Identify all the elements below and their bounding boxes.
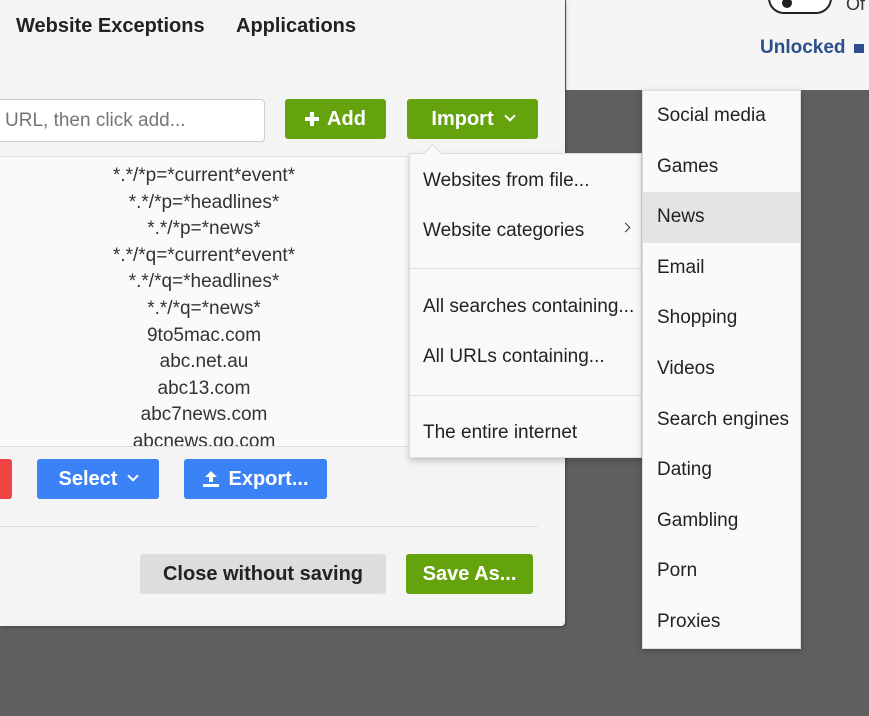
- list-item[interactable]: *.*/*q=*news*: [0, 296, 408, 323]
- list-item[interactable]: *.*/*p=*headlines*: [0, 190, 408, 217]
- remove-button[interactable]: [0, 459, 12, 499]
- list-item[interactable]: abcnews.go.com: [0, 429, 408, 446]
- chevron-down-icon: [127, 470, 140, 482]
- add-button[interactable]: Add: [285, 99, 386, 139]
- list-item[interactable]: abc.net.au: [0, 349, 408, 376]
- export-button[interactable]: Export...: [184, 459, 327, 499]
- divider: [0, 526, 538, 527]
- plus-icon: [305, 112, 320, 126]
- upload-icon: [203, 471, 220, 487]
- tab-applications[interactable]: Applications: [236, 15, 356, 38]
- save-as-button[interactable]: Save As...: [406, 554, 533, 594]
- category-search-engines[interactable]: Search engines: [643, 395, 800, 446]
- list-item[interactable]: abc13.com: [0, 376, 408, 403]
- categories-submenu: Social media Games News Email Shopping V…: [642, 90, 801, 649]
- category-gambling[interactable]: Gambling: [643, 496, 800, 547]
- list-item[interactable]: 9to5mac.com: [0, 323, 408, 350]
- category-social-media[interactable]: Social media: [643, 91, 800, 142]
- list-item[interactable]: *.*/*q=*current*event*: [0, 243, 408, 270]
- unlocked-status[interactable]: Unlocked: [760, 37, 864, 59]
- exceptions-list[interactable]: *.*/*p=*current*event* *.*/*p=*headlines…: [0, 156, 408, 447]
- menu-item-websites-from-file[interactable]: Websites from file...: [423, 170, 589, 192]
- url-input[interactable]: [0, 99, 265, 142]
- category-dating[interactable]: Dating: [643, 445, 800, 496]
- select-label: Select: [58, 467, 118, 490]
- add-label: Add: [327, 107, 366, 130]
- menu-separator: [410, 268, 641, 269]
- category-shopping[interactable]: Shopping: [643, 293, 800, 344]
- list-item[interactable]: *.*/*p=*news*: [0, 216, 408, 243]
- save-as-label: Save As...: [422, 562, 517, 585]
- menu-item-website-categories[interactable]: Website categories: [423, 220, 584, 242]
- list-item[interactable]: *.*/*p=*current*event*: [0, 163, 408, 190]
- close-label: Close without saving: [162, 562, 364, 585]
- menu-item-entire-internet[interactable]: The entire internet: [423, 422, 577, 444]
- category-email[interactable]: Email: [643, 243, 800, 294]
- select-button[interactable]: Select: [37, 459, 159, 499]
- export-label: Export...: [228, 467, 309, 490]
- unlocked-label: Unlocked: [760, 37, 846, 58]
- category-videos[interactable]: Videos: [643, 344, 800, 395]
- list-item[interactable]: abc7news.com: [0, 402, 408, 429]
- list-item[interactable]: *.*/*q=*headlines*: [0, 269, 408, 296]
- menu-item-all-searches[interactable]: All searches containing...: [423, 296, 634, 318]
- toggle-label: Of: [846, 0, 866, 14]
- menu-separator: [410, 395, 641, 396]
- lock-icon: [853, 44, 864, 53]
- menu-item-all-urls[interactable]: All URLs containing...: [423, 346, 605, 368]
- tab-website-exceptions[interactable]: Website Exceptions: [16, 15, 205, 38]
- category-news[interactable]: News: [643, 192, 800, 243]
- import-button[interactable]: Import: [407, 99, 538, 139]
- import-menu: Websites from file... Website categories…: [409, 144, 642, 458]
- chevron-down-icon: [503, 110, 516, 122]
- close-without-saving-button[interactable]: Close without saving: [140, 554, 386, 594]
- category-porn[interactable]: Porn: [643, 546, 800, 597]
- category-games[interactable]: Games: [643, 142, 800, 193]
- chevron-right-icon: [620, 222, 631, 233]
- category-proxies[interactable]: Proxies: [643, 597, 800, 648]
- toggle-knob: [782, 0, 792, 8]
- import-label: Import: [431, 107, 494, 130]
- toggle-switch[interactable]: [768, 0, 832, 14]
